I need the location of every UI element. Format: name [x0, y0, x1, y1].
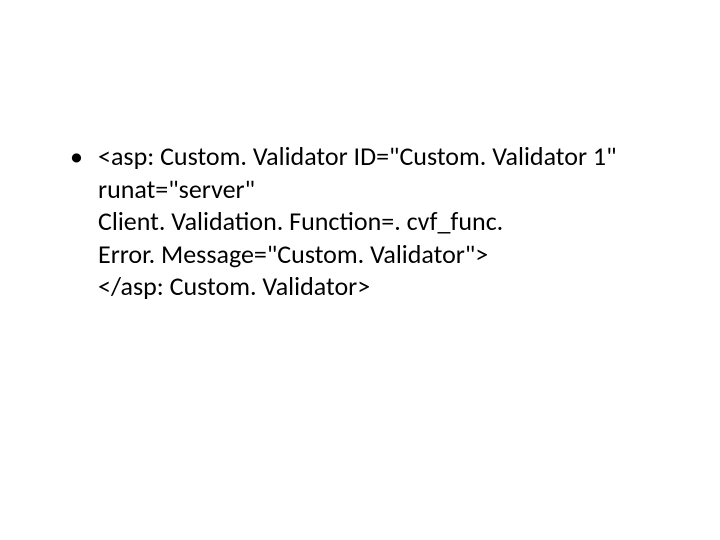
- code-line-2: runat="server": [98, 173, 660, 206]
- slide: <asp: Custom. Validator ID="Custom. Vali…: [0, 0, 720, 540]
- code-line-1: <asp: Custom. Validator ID="Custom. Vali…: [98, 140, 660, 173]
- code-line-4: Error. Message="Custom. Validator">: [98, 238, 660, 271]
- code-line-3: Client. Validation. Function=. cvf_func.: [98, 205, 660, 238]
- code-line-5: </asp: Custom. Validator>: [98, 270, 660, 303]
- slide-body: <asp: Custom. Validator ID="Custom. Vali…: [62, 140, 660, 303]
- bullet-item: <asp: Custom. Validator ID="Custom. Vali…: [62, 140, 660, 303]
- bullet-list: <asp: Custom. Validator ID="Custom. Vali…: [62, 140, 660, 303]
